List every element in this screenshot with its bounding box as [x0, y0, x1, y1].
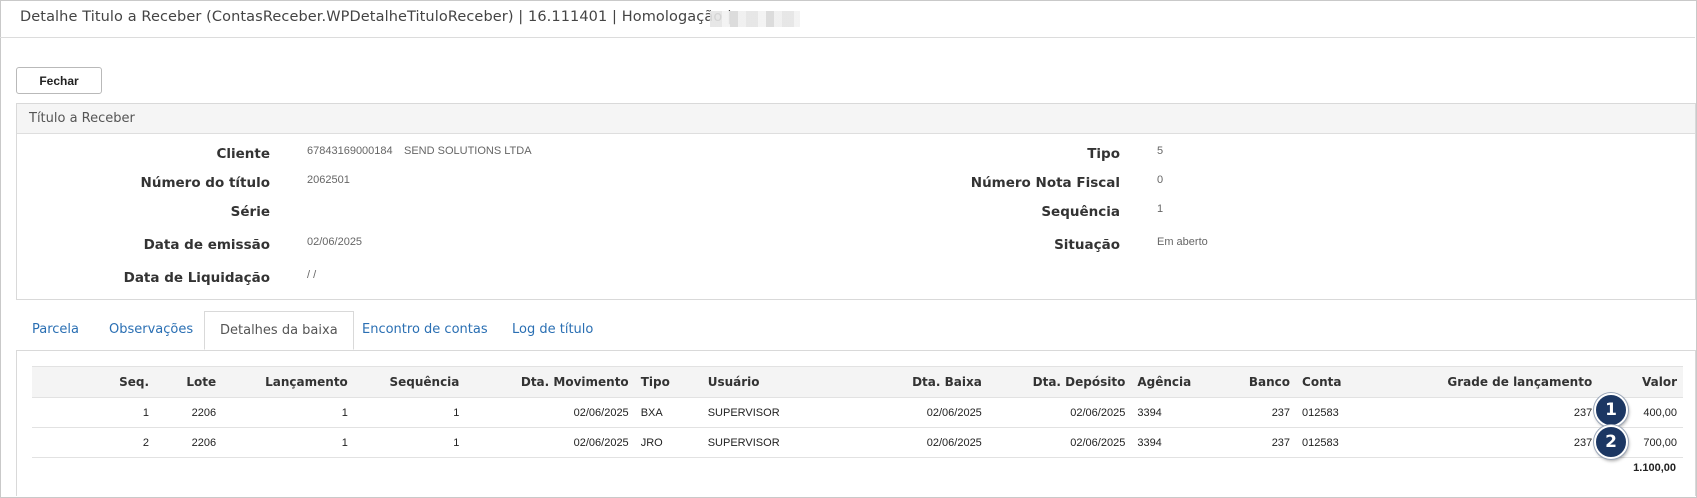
label-numero-titulo: Número do título — [140, 175, 270, 191]
cell-tipo: JRO — [634, 427, 702, 458]
cell-dta-deposito: 02/06/2025 — [987, 427, 1132, 458]
baixa-table: Seq. Lote Lançamento Sequência Dta. Movi… — [32, 366, 1683, 458]
table-total: 1.100,00 — [1633, 462, 1676, 474]
col-header-tipo[interactable]: Tipo — [634, 366, 702, 398]
cell-conta: 012583 — [1296, 397, 1377, 428]
cell-lote: 2206 — [155, 427, 223, 458]
tab-encontro-contas[interactable]: Encontro de contas — [362, 322, 488, 337]
callout-marker-2: 2 — [1594, 425, 1628, 459]
cell-sequencia: 1 — [353, 427, 466, 458]
cell-banco: 237 — [1209, 427, 1297, 458]
table-row[interactable]: 2 2206 1 1 02/06/2025 JRO SUPERVISOR 02/… — [32, 427, 1683, 458]
col-header-conta[interactable]: Conta — [1296, 366, 1377, 398]
col-header-lancamento[interactable]: Lançamento — [222, 366, 354, 398]
row-spacer — [32, 427, 70, 458]
label-sequencia: Sequência — [1041, 204, 1120, 220]
value-numero-nota-fiscal: 0 — [1157, 174, 1164, 186]
label-numero-nota-fiscal: Número Nota Fiscal — [970, 175, 1120, 191]
col-header-sequencia[interactable]: Sequência — [353, 366, 466, 398]
header-spacer — [32, 366, 70, 398]
cell-dta-movimento: 02/06/2025 — [465, 427, 635, 458]
col-header-dta-deposito[interactable]: Dta. Depósito — [987, 366, 1132, 398]
cell-lancamento: 1 — [222, 427, 354, 458]
label-cliente: Cliente — [216, 146, 270, 162]
col-header-lote[interactable]: Lote — [155, 366, 223, 398]
col-header-usuario[interactable]: Usuário — [701, 366, 839, 398]
row-spacer — [32, 397, 70, 428]
cell-lote: 2206 — [155, 397, 223, 428]
value-situacao: Em aberto — [1157, 236, 1208, 248]
title-bar: Detalhe Titulo a Receber (ContasReceber.… — [0, 0, 1695, 38]
col-header-grade-lancamento[interactable]: Grade de lançamento — [1376, 366, 1599, 398]
label-data-emissao: Data de emissão — [143, 237, 270, 253]
cell-seq: 2 — [69, 427, 156, 458]
tab-detalhes-baixa[interactable]: Detalhes da baixa — [204, 311, 354, 350]
value-cliente-cnpj: 67843169000184 — [307, 145, 393, 157]
cell-grade-lancamento: 237 — [1376, 397, 1599, 428]
value-numero-titulo: 2062501 — [307, 174, 350, 186]
col-header-dta-baixa[interactable]: Dta. Baixa — [838, 366, 988, 398]
label-tipo: Tipo — [1087, 146, 1120, 162]
redacted-user — [710, 11, 800, 27]
label-data-liquidacao: Data de Liquidação — [123, 270, 270, 286]
cell-agencia: 3394 — [1131, 427, 1210, 458]
tab-observacoes[interactable]: Observações — [109, 322, 193, 337]
table-row[interactable]: 1 2206 1 1 02/06/2025 BXA SUPERVISOR 02/… — [32, 397, 1683, 428]
cell-dta-deposito: 02/06/2025 — [987, 397, 1132, 428]
label-situacao: Situação — [1054, 237, 1120, 253]
label-serie: Série — [230, 204, 270, 220]
col-header-seq[interactable]: Seq. — [69, 366, 156, 398]
panel-title: Título a Receber — [29, 111, 135, 126]
value-data-emissao: 02/06/2025 — [307, 236, 363, 248]
col-header-dta-movimento[interactable]: Dta. Movimento — [465, 366, 635, 398]
cell-sequencia: 1 — [353, 397, 466, 428]
table-header-row: Seq. Lote Lançamento Sequência Dta. Movi… — [32, 366, 1683, 398]
col-header-banco[interactable]: Banco — [1209, 366, 1297, 398]
cell-grade-lancamento: 237 — [1376, 427, 1599, 458]
value-cliente-nome: SEND SOLUTIONS LTDA — [404, 145, 532, 157]
value-tipo: 5 — [1157, 145, 1164, 157]
cell-usuario: SUPERVISOR — [701, 397, 839, 428]
col-header-agencia[interactable]: Agência — [1131, 366, 1210, 398]
tab-parcela[interactable]: Parcela — [32, 322, 79, 337]
cell-conta: 012583 — [1296, 427, 1377, 458]
cell-usuario: SUPERVISOR — [701, 427, 839, 458]
tab-log-titulo[interactable]: Log de título — [512, 322, 593, 337]
panel-header: Título a Receber — [17, 104, 1695, 134]
callout-marker-1: 1 — [1594, 393, 1628, 427]
cell-tipo: BXA — [634, 397, 702, 428]
cell-dta-movimento: 02/06/2025 — [465, 397, 635, 428]
cell-dta-baixa: 02/06/2025 — [838, 427, 988, 458]
window-title: Detalhe Titulo a Receber (ContasReceber.… — [20, 9, 733, 25]
value-sequencia: 1 — [1157, 203, 1164, 215]
cell-seq: 1 — [69, 397, 156, 428]
cell-dta-baixa: 02/06/2025 — [838, 397, 988, 428]
cell-agencia: 3394 — [1131, 397, 1210, 428]
cell-lancamento: 1 — [222, 397, 354, 428]
cell-banco: 237 — [1209, 397, 1297, 428]
close-button[interactable]: Fechar — [16, 67, 102, 94]
value-data-liquidacao: / / — [307, 269, 317, 281]
